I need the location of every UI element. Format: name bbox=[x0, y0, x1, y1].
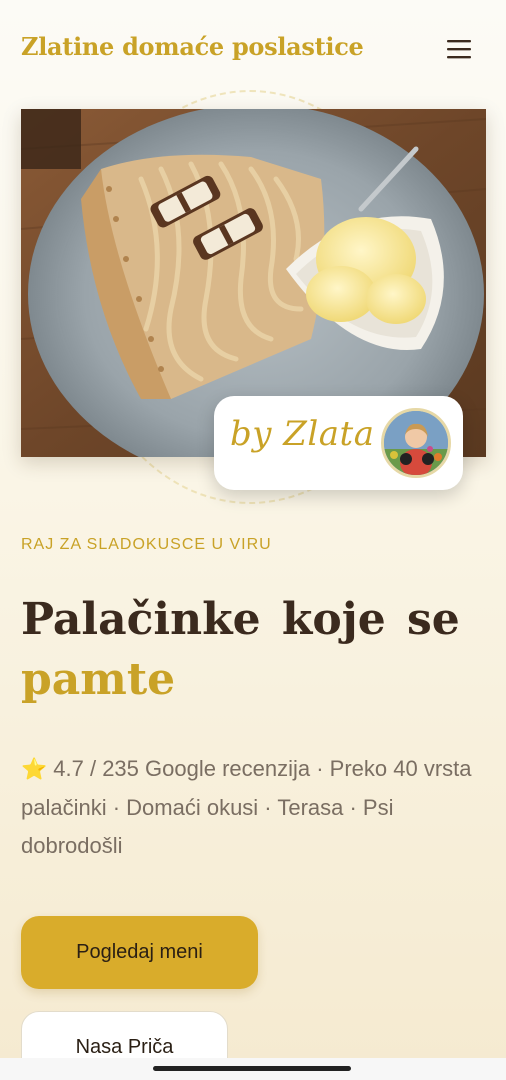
brand-name[interactable]: Zlatine domaće poslastice bbox=[21, 32, 364, 61]
chef-avatar bbox=[381, 408, 451, 478]
signature-badge: by Zlata bbox=[214, 396, 463, 490]
home-indicator[interactable] bbox=[153, 1066, 351, 1071]
hero-description: ⭐ 4.7 / 235 Google recenzija · Preko 40 … bbox=[21, 750, 476, 865]
badge-signature-text: by Zlata bbox=[230, 414, 375, 454]
hero-section: by Zlata bbox=[0, 80, 506, 520]
kicker-tagline: RAJ ZA SLADOKUSCE U VIRU bbox=[21, 536, 272, 553]
hamburger-menu-icon[interactable] bbox=[440, 34, 478, 66]
page-title: Palačinke koje se pamte bbox=[21, 590, 491, 710]
star-icon: ⭐ bbox=[21, 758, 48, 781]
rating-and-features-text: 4.7 / 235 Google recenzija · Preko 40 vr… bbox=[21, 756, 472, 858]
title-line-1: Palačinke koje se bbox=[21, 594, 460, 645]
view-menu-button[interactable]: Pogledaj meni bbox=[21, 916, 258, 989]
title-line-2-highlight: pamte bbox=[21, 654, 176, 705]
